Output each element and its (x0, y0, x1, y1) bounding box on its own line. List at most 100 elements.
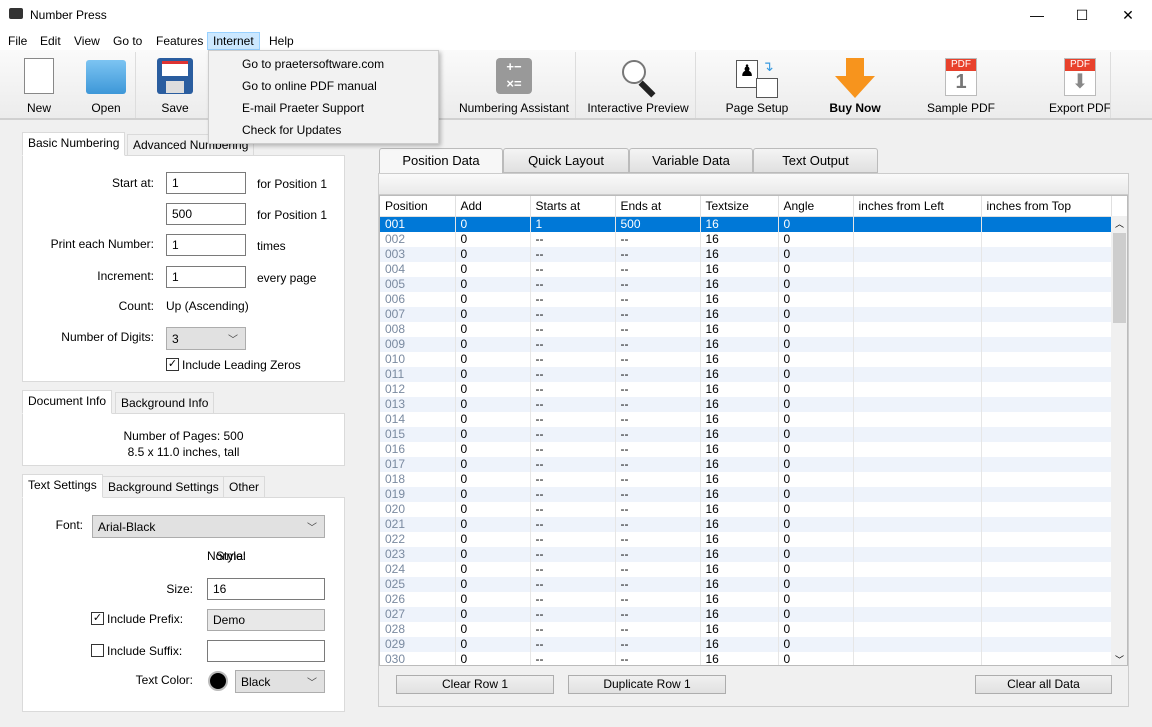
table-cell[interactable]: -- (615, 411, 701, 427)
table-cell[interactable]: -- (530, 426, 616, 442)
table-cell[interactable] (981, 351, 1112, 367)
table-cell[interactable] (981, 246, 1112, 262)
table-cell[interactable]: -- (530, 276, 616, 292)
table-cell[interactable]: 16 (700, 546, 779, 562)
table-cell[interactable]: 016 (380, 441, 456, 457)
table-cell[interactable]: -- (615, 336, 701, 352)
table-row[interactable]: 019 0 -- -- 16 0 (380, 486, 1112, 502)
table-cell[interactable]: -- (615, 576, 701, 592)
table-cell[interactable]: 0 (455, 621, 531, 637)
menu-item-website[interactable]: Go to praetersoftware.com (242, 57, 384, 71)
table-cell[interactable]: -- (530, 471, 616, 487)
print-each-input[interactable]: 1 (166, 234, 246, 256)
table-cell[interactable]: 16 (700, 606, 779, 622)
table-cell[interactable]: 0 (778, 546, 854, 562)
tab-position-data[interactable]: Position Data (379, 148, 503, 174)
table-row[interactable]: 013 0 -- -- 16 0 (380, 396, 1112, 412)
table-cell[interactable]: -- (530, 621, 616, 637)
table-cell[interactable]: -- (615, 366, 701, 382)
table-row[interactable]: 003 0 -- -- 16 0 (380, 246, 1112, 262)
table-cell[interactable]: -- (530, 651, 616, 665)
table-cell[interactable]: 0 (778, 336, 854, 352)
menu-edit[interactable]: Edit (35, 32, 66, 50)
table-cell[interactable] (981, 531, 1112, 547)
table-cell[interactable] (981, 471, 1112, 487)
table-cell[interactable] (981, 546, 1112, 562)
table-cell[interactable]: 16 (700, 276, 779, 292)
table-cell[interactable]: 0 (455, 456, 531, 472)
table-cell[interactable]: 16 (700, 306, 779, 322)
table-cell[interactable] (853, 621, 982, 637)
table-cell[interactable] (853, 411, 982, 427)
table-cell[interactable]: -- (615, 381, 701, 397)
tab-quick-layout[interactable]: Quick Layout (503, 148, 629, 173)
table-cell[interactable]: 005 (380, 276, 456, 292)
suffix-input[interactable] (207, 640, 325, 662)
table-cell[interactable] (853, 351, 982, 367)
leading-zeros-checkbox[interactable]: ✓ (166, 358, 179, 371)
table-cell[interactable] (853, 366, 982, 382)
buy-now-button[interactable]: Buy Now (820, 50, 890, 120)
table-cell[interactable]: 0 (778, 576, 854, 592)
table-cell[interactable]: 1 (530, 216, 616, 232)
table-cell[interactable]: 006 (380, 291, 456, 307)
table-cell[interactable]: -- (530, 336, 616, 352)
tab-document-info[interactable]: Document Info (22, 390, 113, 414)
table-cell[interactable]: 020 (380, 501, 456, 517)
table-cell[interactable]: -- (530, 411, 616, 427)
table-cell[interactable]: 0 (778, 351, 854, 367)
save-button[interactable]: Save (145, 50, 205, 120)
table-cell[interactable]: -- (615, 606, 701, 622)
menu-item-pdf-manual[interactable]: Go to online PDF manual (242, 79, 377, 93)
table-cell[interactable]: 0 (455, 441, 531, 457)
table-cell[interactable]: 0 (778, 216, 854, 232)
table-cell[interactable] (981, 381, 1112, 397)
table-cell[interactable]: 0 (455, 291, 531, 307)
column-header[interactable]: Position (380, 196, 456, 217)
table-cell[interactable]: -- (530, 351, 616, 367)
table-cell[interactable]: -- (530, 486, 616, 502)
table-cell[interactable]: 0 (778, 486, 854, 502)
table-cell[interactable]: -- (530, 516, 616, 532)
table-cell[interactable]: 0 (778, 426, 854, 442)
numbering-assistant-button[interactable]: +− ×= Numbering Assistant (454, 50, 574, 120)
table-cell[interactable]: 0 (455, 501, 531, 517)
start-at-input[interactable]: 1 (166, 172, 246, 194)
menu-view[interactable]: View (69, 32, 105, 50)
table-cell[interactable]: -- (615, 261, 701, 277)
table-cell[interactable]: -- (615, 516, 701, 532)
table-cell[interactable]: 16 (700, 441, 779, 457)
table-cell[interactable]: 0 (455, 261, 531, 277)
table-cell[interactable]: 16 (700, 636, 779, 652)
table-cell[interactable] (981, 366, 1112, 382)
table-cell[interactable]: 500 (615, 216, 701, 232)
table-cell[interactable]: -- (615, 276, 701, 292)
table-cell[interactable]: 0 (455, 366, 531, 382)
table-cell[interactable]: 16 (700, 501, 779, 517)
interactive-preview-button[interactable]: Interactive Preview (580, 50, 696, 120)
table-cell[interactable]: 0 (455, 531, 531, 547)
table-cell[interactable]: 16 (700, 486, 779, 502)
table-cell[interactable] (981, 576, 1112, 592)
table-cell[interactable]: 16 (700, 456, 779, 472)
table-cell[interactable]: 0 (778, 261, 854, 277)
table-cell[interactable]: -- (530, 246, 616, 262)
table-cell[interactable]: -- (615, 246, 701, 262)
table-cell[interactable]: -- (530, 306, 616, 322)
table-cell[interactable] (981, 306, 1112, 322)
table-cell[interactable]: 0 (778, 321, 854, 337)
table-row[interactable]: 010 0 -- -- 16 0 (380, 351, 1112, 367)
table-cell[interactable]: 0 (455, 636, 531, 652)
table-cell[interactable]: 019 (380, 486, 456, 502)
table-row[interactable]: 027 0 -- -- 16 0 (380, 606, 1112, 622)
table-cell[interactable]: 16 (700, 531, 779, 547)
close-button[interactable]: ✕ (1105, 0, 1151, 30)
clear-row-button[interactable]: Clear Row 1 (396, 675, 554, 694)
clear-all-data-button[interactable]: Clear all Data (975, 675, 1112, 694)
table-cell[interactable]: 0 (778, 366, 854, 382)
table-cell[interactable]: -- (530, 231, 616, 247)
prefix-input[interactable]: Demo (207, 609, 325, 631)
table-row[interactable]: 009 0 -- -- 16 0 (380, 336, 1112, 352)
table-cell[interactable] (981, 426, 1112, 442)
new-button[interactable]: New (9, 50, 69, 120)
